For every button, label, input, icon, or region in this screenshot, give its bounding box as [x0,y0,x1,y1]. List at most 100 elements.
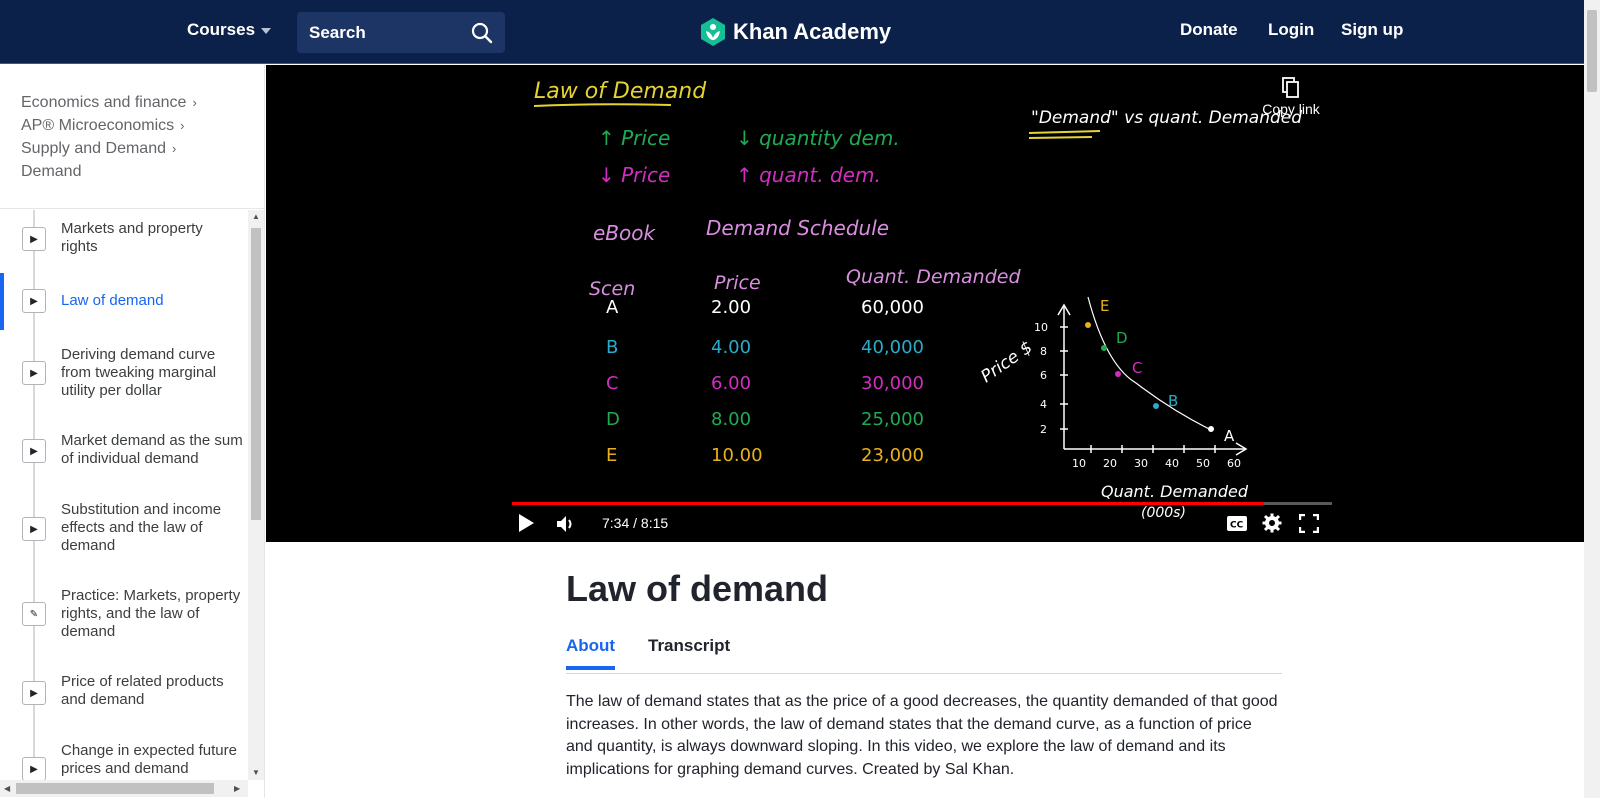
play-icon: ▶ [22,681,46,705]
courses-menu[interactable]: Courses [187,20,272,40]
svg-text:E: E [1100,297,1109,315]
search-input[interactable]: Search [309,23,471,43]
schedule-cell: 8.00 [711,409,751,430]
page-scrollbar[interactable] [1584,0,1600,798]
breadcrumb-item[interactable]: Economics and finance › [21,91,264,114]
breadcrumb: Economics and finance › AP® Microeconomic… [0,65,264,209]
graph-x-label: Quant. Demanded [1101,482,1249,501]
captions-button[interactable]: CC [1226,515,1248,532]
schedule-cell: 10.00 [711,445,763,466]
graph-y-label: Price $ [977,337,1036,387]
sidebar-scrollbar[interactable]: ▲ ▼ [248,210,264,780]
sidebar-horizontal-thumb[interactable] [16,783,214,794]
graph-x-unit: (000s) [1141,505,1186,521]
top-nav-bar: Courses Search Khan Academy Donate Login… [0,0,1584,64]
play-button[interactable] [516,512,536,534]
signup-link[interactable]: Sign up [1341,20,1403,40]
board-rule: ↑ quant. dem. [736,163,881,187]
schedule-cell: 23,000 [861,445,924,466]
board-rule: ↓ quantity dem. [736,126,900,150]
table-header: Quant. Demanded [846,266,1021,288]
svg-text:10: 10 [1034,321,1048,334]
scroll-left-arrow-icon[interactable]: ◀ [4,784,10,793]
schedule-cell: 4.00 [711,337,751,358]
schedule-cell: C [606,373,619,394]
curve-points: E D C B A [1085,297,1235,445]
scroll-right-arrow-icon[interactable]: ▶ [234,784,240,793]
svg-text:30: 30 [1134,457,1148,470]
play-icon: ▶ [22,757,46,780]
svg-text:B: B [1168,392,1178,410]
svg-text:40: 40 [1165,457,1179,470]
khan-leaf-icon [701,18,725,46]
schedule-cell: D [606,409,620,430]
search-icon[interactable] [471,22,493,44]
svg-text:CC: CC [1230,521,1244,531]
play-icon: ▶ [22,361,46,385]
svg-text:2: 2 [1040,423,1047,436]
breadcrumb-current[interactable]: Demand [21,160,264,183]
tab-transcript[interactable]: Transcript [648,636,730,666]
play-icon: ▶ [22,439,46,463]
play-icon: ▶ [22,227,46,251]
scroll-down-arrow-icon[interactable]: ▼ [252,768,260,777]
graph-tick-labels: 10 8 6 4 2 10 20 30 40 50 60 [1034,321,1241,470]
page-title: Law of demand [566,568,829,609]
breadcrumb-item[interactable]: AP® Microeconomics › [21,114,264,137]
login-link[interactable]: Login [1268,20,1314,40]
svg-text:50: 50 [1196,457,1210,470]
search-box[interactable]: Search [297,12,505,53]
svg-text:20: 20 [1103,457,1117,470]
board-rule: ↓ Price [598,163,670,187]
play-icon: ▶ [22,289,46,313]
blackboard-drawing: Law of Demand ↑ Price ↓ quantity dem. ↓ … [533,79,1302,521]
tab-about[interactable]: About [566,636,616,670]
copy-link-button[interactable]: Copy link [1251,77,1331,117]
content-tabs: About Transcript [566,636,1282,674]
svg-text:D: D [1116,329,1128,347]
svg-text:C: C [1132,359,1142,377]
sidebar-scroll-thumb[interactable] [251,228,261,520]
copy-icon [1282,77,1299,98]
svg-text:4: 4 [1040,398,1047,411]
video-progress-fill [512,502,1264,505]
board-rule: ↑ Price [598,126,670,150]
brand-name: Khan Academy [733,19,892,44]
video-player[interactable]: Law of Demand ↑ Price ↓ quantity dem. ↓ … [266,65,1584,542]
schedule-cell: 30,000 [861,373,924,394]
svg-text:10: 10 [1072,457,1086,470]
schedule-cell: 40,000 [861,337,924,358]
schedule-cell: B [606,337,618,358]
video-progress-bar[interactable] [512,502,1332,505]
settings-gear-icon[interactable] [1262,513,1282,533]
svg-text:8: 8 [1040,345,1047,358]
khan-academy-logo[interactable]: Khan Academy [700,17,891,47]
demand-graph-axes [1057,303,1248,456]
lesson-sidebar: Economics and finance › AP® Microeconomic… [0,65,265,798]
chevron-right-icon: › [171,141,177,156]
svg-text:60: 60 [1227,457,1241,470]
chevron-right-icon: › [192,95,197,110]
schedule-cell: E [606,445,617,466]
schedule-cell: 60,000 [861,297,924,318]
schedule-cell: 25,000 [861,409,924,430]
page-scroll-thumb[interactable] [1587,10,1597,92]
donate-link[interactable]: Donate [1180,20,1238,40]
svg-text:A: A [1224,427,1235,445]
play-icon: ▶ [22,517,46,541]
caret-down-icon [261,28,272,34]
scroll-up-arrow-icon[interactable]: ▲ [252,212,260,221]
board-heading: Demand Schedule [706,216,889,240]
schedule-cell: 6.00 [711,373,751,394]
sidebar-horizontal-scrollbar[interactable]: ◀ ▶ [0,780,248,797]
lesson-list: ▶ Markets and property rights ▶ Law of d… [0,210,248,780]
active-indicator [0,273,4,330]
courses-label: Courses [187,20,256,39]
pencil-icon: ✎ [22,602,46,626]
video-description: The law of demand states that as the pri… [566,693,1278,778]
volume-button[interactable] [555,514,577,534]
demand-curve [1087,296,1212,431]
schedule-cell: A [606,297,619,318]
fullscreen-icon[interactable] [1299,514,1319,533]
breadcrumb-item[interactable]: Supply and Demand › [21,137,264,160]
